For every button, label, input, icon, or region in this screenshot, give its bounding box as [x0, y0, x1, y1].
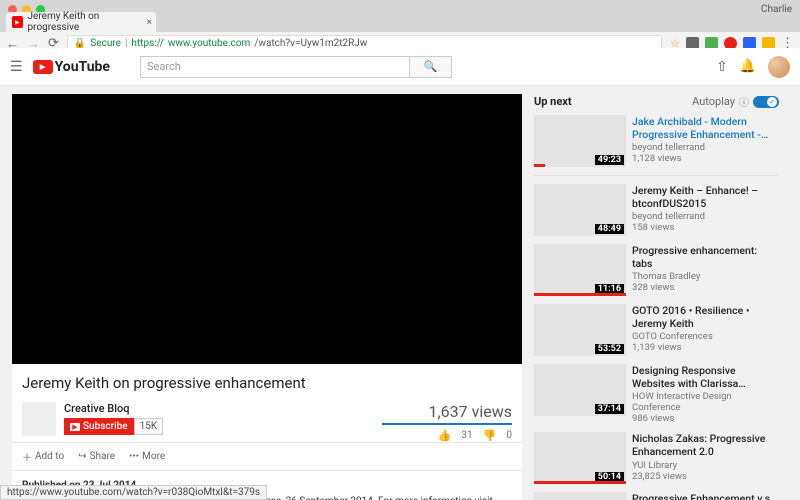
duration-badge: 37:14 [595, 404, 624, 414]
info-icon[interactable]: ⓘ [739, 94, 749, 109]
watch-progress [534, 164, 545, 167]
suggested-views: 158 views [632, 222, 779, 233]
suggested-channel[interactable]: beyond tellerrand [632, 142, 779, 153]
suggested-channel[interactable]: HOW Interactive Design Conference [632, 391, 779, 413]
video-thumbnail[interactable]: 49:23 [534, 115, 626, 167]
search-button[interactable]: 🔍 [410, 56, 452, 78]
status-bar: https://www.youtube.com/watch?v=r038QioM… [0, 485, 267, 500]
suggested-channel[interactable]: beyond tellerrand [632, 211, 779, 222]
suggested-title[interactable]: Designing Responsive Websites with Clari… [632, 364, 779, 390]
suggested-title[interactable]: Progressive Enhancement v.s. Graceful De… [632, 492, 779, 500]
suggested-views: 1,128 views [632, 153, 779, 164]
duration-badge: 48:49 [595, 224, 624, 234]
youtube-icon: ▶ [70, 423, 80, 431]
profile-name: Charlie [761, 4, 792, 15]
video-thumbnail[interactable] [534, 492, 626, 500]
guide-menu-icon[interactable]: ☰ [10, 59, 23, 75]
plus-icon: ＋ [22, 449, 32, 464]
sentiment-bar [382, 423, 512, 425]
suggested-video[interactable]: 49:23 Jake Archibald - Modern Progressive… [534, 115, 779, 167]
video-thumbnail[interactable]: 11:16 [534, 244, 626, 296]
forward-icon[interactable]: → [27, 36, 40, 52]
youtube-logo[interactable]: YouTube [33, 59, 110, 75]
duration-badge: 49:23 [595, 155, 624, 165]
more-button[interactable]: •••More [129, 451, 165, 462]
search-input[interactable]: Search [140, 56, 410, 78]
more-icon: ••• [129, 451, 139, 462]
browser-tab[interactable]: Jeremy Keith on progressive × [6, 12, 156, 32]
video-player[interactable] [12, 94, 522, 364]
like-button[interactable]: 👍 [438, 429, 452, 442]
suggested-title[interactable]: Jeremy Keith – Enhance! – btconfDUS2015 [632, 184, 779, 210]
subscriber-count: 15K [134, 418, 164, 435]
tab-title: Jeremy Keith on progressive [28, 11, 138, 33]
suggested-video[interactable]: 37:14 Designing Responsive Websites with … [534, 364, 779, 424]
youtube-favicon-icon [12, 16, 23, 28]
duration-badge: 53:52 [595, 344, 624, 354]
suggested-title[interactable]: GOTO 2016 • Resilience • Jeremy Keith [632, 304, 779, 330]
suggested-channel[interactable]: GOTO Conferences [632, 331, 779, 342]
suggested-title[interactable]: Nicholas Zakas: Progressive Enhancement … [632, 432, 779, 458]
search-icon: 🔍 [424, 60, 438, 73]
suggested-video[interactable]: 48:49 Jeremy Keith – Enhance! – btconfDUS… [534, 184, 779, 236]
suggested-video[interactable]: Progressive Enhancement v.s. Graceful De… [534, 492, 779, 500]
account-avatar[interactable] [768, 56, 790, 78]
autoplay-label: Autoplay [692, 95, 735, 108]
up-next-label: Up next [534, 95, 572, 108]
autoplay-toggle[interactable] [753, 96, 779, 108]
watch-progress [534, 481, 626, 484]
suggested-views: 328 views [632, 282, 779, 293]
suggested-title[interactable]: Progressive enhancement: tabs [632, 244, 779, 270]
share-button[interactable]: ↪Share [78, 451, 115, 462]
suggested-views: 23,825 views [632, 471, 779, 482]
logo-text: YouTube [55, 59, 110, 75]
channel-name[interactable]: Creative Bloq [64, 402, 163, 415]
suggested-video[interactable]: 53:52 GOTO 2016 • Resilience • Jeremy Kei… [534, 304, 779, 356]
dislike-button[interactable]: 👎 [483, 429, 497, 442]
suggested-title[interactable]: Jake Archibald - Modern Progressive Enha… [632, 115, 779, 141]
suggested-views: 1,139 views [632, 342, 779, 353]
video-thumbnail[interactable]: 50:14 [534, 432, 626, 484]
view-count: 1,637 views [382, 402, 512, 421]
suggested-channel[interactable]: Thomas Bradley [632, 271, 779, 282]
suggested-video[interactable]: 11:16Progressive enhancement: tabsThomas… [534, 244, 779, 296]
share-icon: ↪ [78, 451, 86, 462]
video-thumbnail[interactable]: 37:14 [534, 364, 626, 416]
suggested-views: 986 views [632, 413, 779, 424]
add-to-button[interactable]: ＋Add to [22, 449, 64, 464]
dislike-count: 0 [506, 430, 512, 441]
video-thumbnail[interactable]: 48:49 [534, 184, 626, 236]
video-title: Jeremy Keith on progressive enhancement [22, 374, 512, 392]
notifications-icon[interactable]: 🔔 [740, 59, 756, 74]
upload-icon[interactable]: ⇧ [716, 59, 728, 75]
like-count: 31 [461, 430, 472, 441]
subscribe-button[interactable]: ▶ Subscribe [64, 418, 134, 435]
channel-avatar[interactable] [22, 402, 56, 436]
watch-progress [534, 293, 626, 296]
suggested-channel[interactable]: YUI Library [632, 460, 779, 471]
subscribe-label: Subscribe [83, 421, 128, 432]
close-tab-icon[interactable]: × [147, 17, 152, 28]
suggested-video[interactable]: 50:14Nicholas Zakas: Progressive Enhance… [534, 432, 779, 484]
youtube-play-icon [33, 60, 53, 74]
video-thumbnail[interactable]: 53:52 [534, 304, 626, 356]
